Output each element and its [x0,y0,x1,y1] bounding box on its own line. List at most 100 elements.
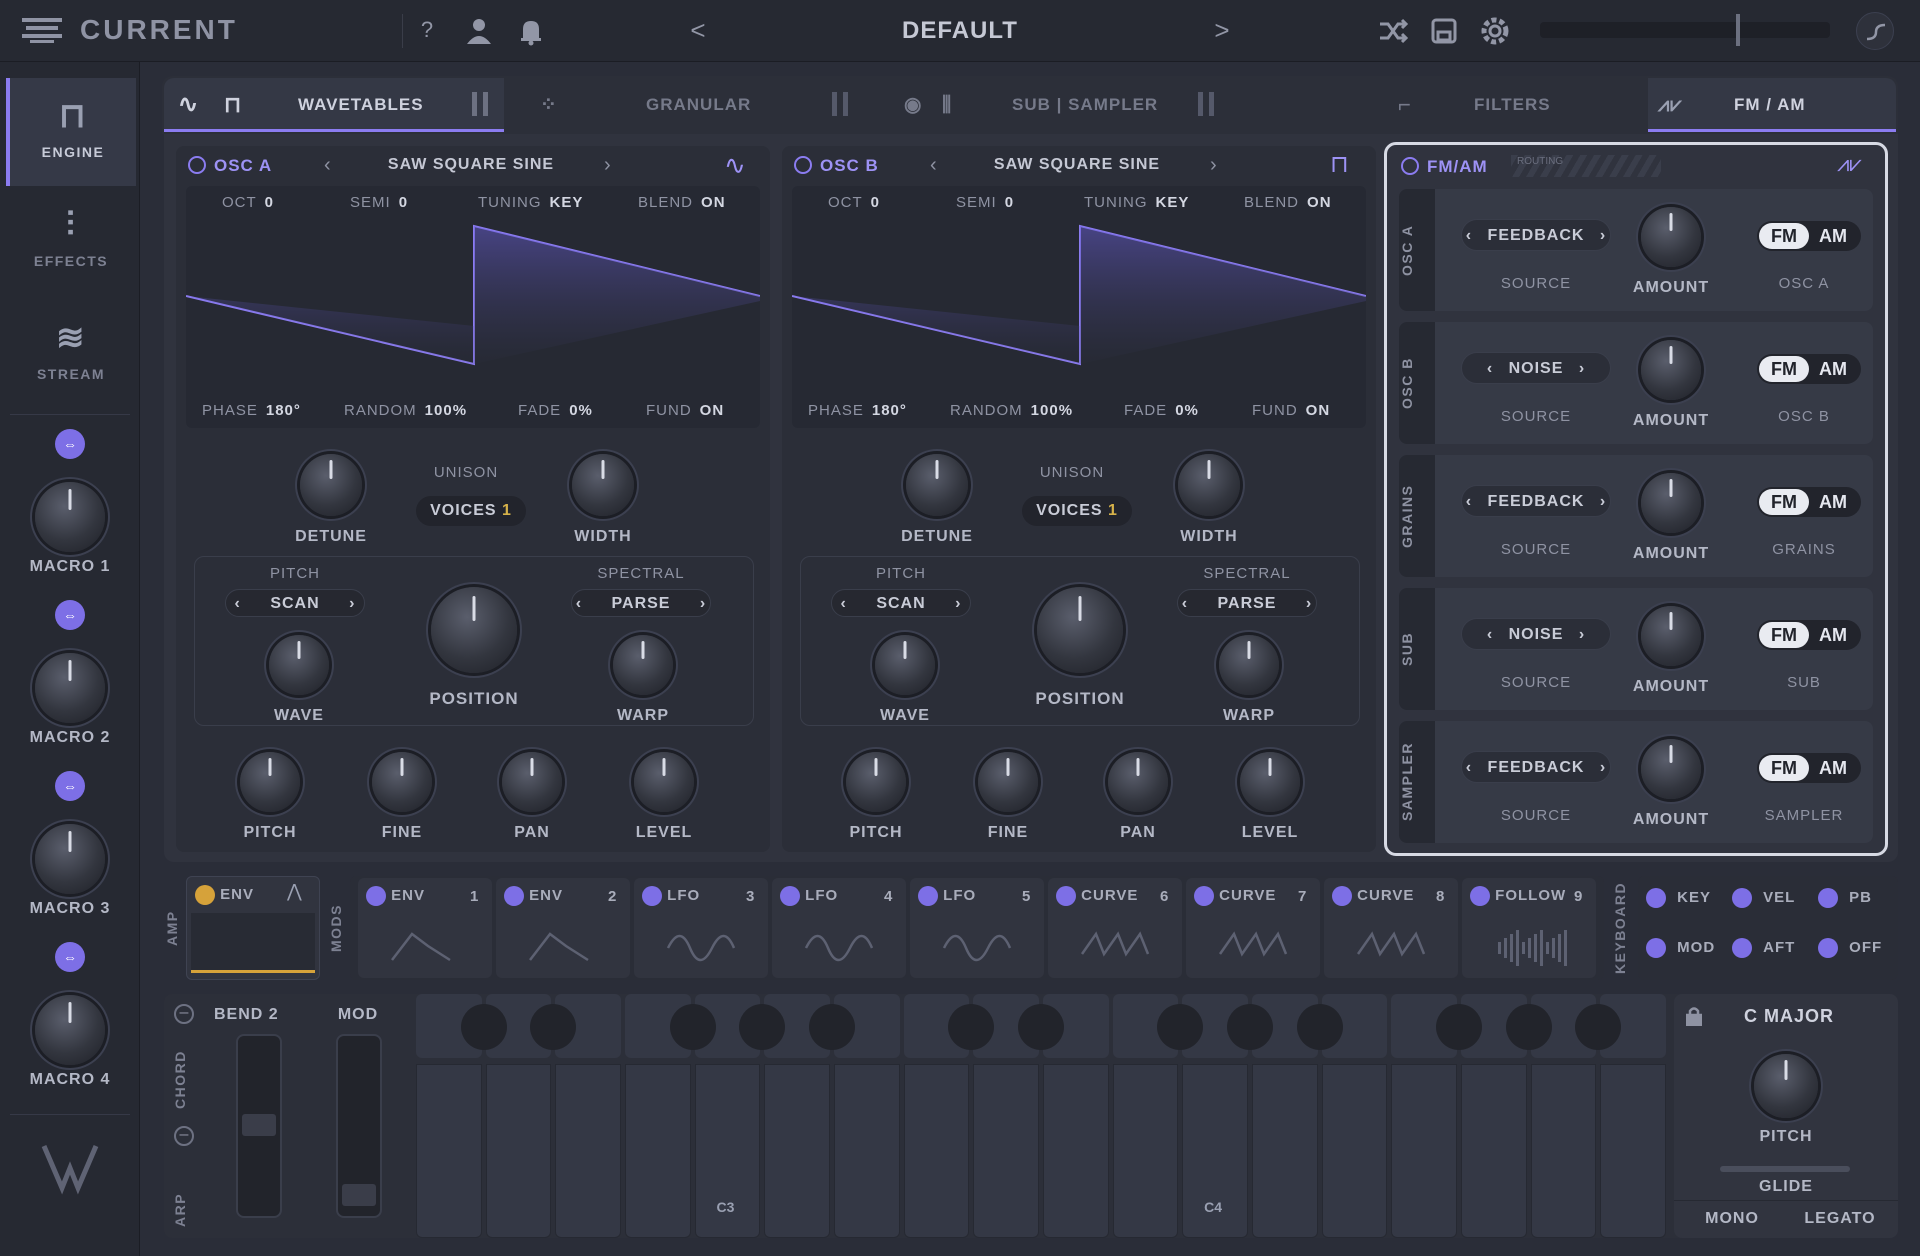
piano-white-key[interactable] [1461,1064,1527,1238]
tuning-param[interactable]: TUNING KEY [478,194,583,211]
mod-slot[interactable]: CURVE 8 [1324,878,1458,978]
lock-icon[interactable] [1685,1006,1703,1027]
piano-white-key[interactable] [555,1064,621,1238]
piano-black-key[interactable] [460,1004,507,1050]
mod-drag-icon[interactable] [1818,888,1838,908]
mod-drag-icon[interactable] [918,886,938,906]
tab-granular[interactable]: ⁘ GRANULAR [524,78,864,132]
piano-black-key[interactable] [948,1004,995,1050]
pitch-knob[interactable] [240,752,300,812]
spectral-selector[interactable]: ‹ PARSE › [571,589,711,617]
mod-slot[interactable]: LFO 5 [910,878,1044,978]
pan-knob[interactable] [1108,752,1168,812]
piano-black-key[interactable] [1505,1004,1552,1050]
blend-param[interactable]: BLEND ON [1244,194,1332,211]
macro-2-knob[interactable] [35,653,105,723]
keyboard-mod-source[interactable]: PB [1818,888,1902,908]
mod-slot[interactable]: LFO 4 [772,878,906,978]
wavetable-name[interactable]: SAW SQUARE SINE [346,156,596,174]
amp-env-slot[interactable]: ENV ⋀ [186,876,320,980]
wave-knob[interactable] [269,635,329,695]
piano-black-key[interactable] [1157,1004,1204,1050]
tab-wavetables[interactable]: ∿ ⊓ WAVETABLES [164,78,504,132]
fund-param[interactable]: FUND ON [646,402,724,419]
piano-white-key[interactable] [485,1064,552,1238]
gear-icon[interactable] [1480,16,1510,46]
am-option[interactable]: AM [1809,223,1857,249]
spectral-selector[interactable]: ‹ PARSE › [1177,589,1317,617]
piano-black-key[interactable] [1436,1004,1482,1050]
arp-toggle-icon[interactable]: – [174,1126,194,1146]
voices-selector[interactable]: VOICES 1 [1022,496,1132,526]
warp-knob[interactable] [613,635,673,695]
wavetable-next-button[interactable]: › [1210,154,1218,177]
mod-drag-icon[interactable] [780,886,800,906]
mod-drag-icon[interactable] [1818,938,1838,958]
wavetable-next-button[interactable]: › [604,154,612,177]
mod-slot[interactable]: CURVE 6 [1048,878,1182,978]
mod-slot[interactable]: FOLLOW 9 [1462,878,1596,978]
fm-am-toggle[interactable]: FM AM [1757,487,1861,517]
sidebar-item-stream[interactable]: ≋ STREAM [6,300,136,408]
piano-white-key[interactable] [625,1064,691,1238]
source-selector[interactable]: ‹ NOISE › [1461,618,1611,650]
source-selector[interactable]: ‹ FEEDBACK › [1461,485,1611,517]
fm-am-toggle[interactable]: FM AM [1757,221,1861,251]
shuffle-icon[interactable] [1378,18,1409,44]
am-option[interactable]: AM [1809,755,1857,781]
piano-white-key[interactable] [903,1064,970,1238]
piano-white-key[interactable] [1391,1064,1457,1238]
fade-param[interactable]: FADE 0% [1124,402,1199,419]
power-icon[interactable] [794,156,812,174]
mod-drag-icon[interactable] [642,886,662,906]
piano-white-key[interactable] [1530,1064,1597,1238]
preset-name[interactable]: DEFAULT [860,17,1060,45]
am-option[interactable]: AM [1809,356,1857,382]
oct-param[interactable]: OCT 0 [828,194,880,211]
piano-white-key[interactable]: C4 [1182,1064,1248,1238]
width-knob[interactable] [1178,454,1240,516]
mod-drag-icon[interactable] [1194,886,1214,906]
fm-option[interactable]: FM [1759,755,1809,781]
pitch-bend-wheel[interactable] [236,1034,282,1218]
wavetable-display[interactable]: OCT 0 SEMI 0 TUNING KEY BLEND ON PHASE 180° R… [186,186,760,428]
wave-knob[interactable] [875,635,935,695]
scale-selector[interactable]: C MAJOR [1714,1006,1864,1027]
random-param[interactable]: RANDOM 100% [344,402,467,419]
wavetable-name[interactable]: SAW SQUARE SINE [952,156,1202,174]
amount-knob[interactable] [1641,606,1701,666]
piano-white-key[interactable] [834,1064,900,1238]
amount-knob[interactable] [1641,473,1701,533]
power-icon[interactable] [1401,157,1419,175]
piano-white-key[interactable] [973,1064,1039,1238]
random-param[interactable]: RANDOM 100% [950,402,1073,419]
fund-param[interactable]: FUND ON [1252,402,1330,419]
piano-black-key[interactable] [1227,1004,1273,1050]
amount-knob[interactable] [1641,340,1701,400]
piano-white-key[interactable] [764,1064,830,1238]
macro-1-knob[interactable] [35,482,105,552]
pitch-knob[interactable] [1754,1054,1818,1118]
mod-slot[interactable]: ENV 2 [496,878,630,978]
mono-button[interactable]: MONO [1682,1210,1782,1228]
prev-preset-button[interactable]: < [683,15,713,45]
mod-slot[interactable]: LFO 3 [634,878,768,978]
phase-param[interactable]: PHASE 180° [808,402,907,419]
piano-white-key[interactable] [1112,1064,1179,1238]
power-toggle[interactable] [472,92,488,116]
piano-black-key[interactable] [1575,1004,1622,1050]
piano-white-key[interactable] [1043,1064,1109,1238]
fade-param[interactable]: FADE 0% [518,402,593,419]
piano-white-key[interactable] [1321,1064,1388,1238]
am-option[interactable]: AM [1809,622,1857,648]
piano-black-key[interactable] [669,1004,716,1050]
keyboard-mod-source[interactable]: OFF [1818,938,1902,958]
mod-drag-icon[interactable] [1056,886,1076,906]
mod-wheel[interactable] [336,1034,382,1218]
legato-button[interactable]: LEGATO [1790,1210,1890,1228]
pitch-knob[interactable] [846,752,906,812]
piano-black-key[interactable] [809,1004,855,1050]
wavetable-prev-button[interactable]: ‹ [930,154,938,177]
macro-mod-icon[interactable]: ⇔ [55,942,85,972]
voices-selector[interactable]: VOICES 1 [416,496,526,526]
